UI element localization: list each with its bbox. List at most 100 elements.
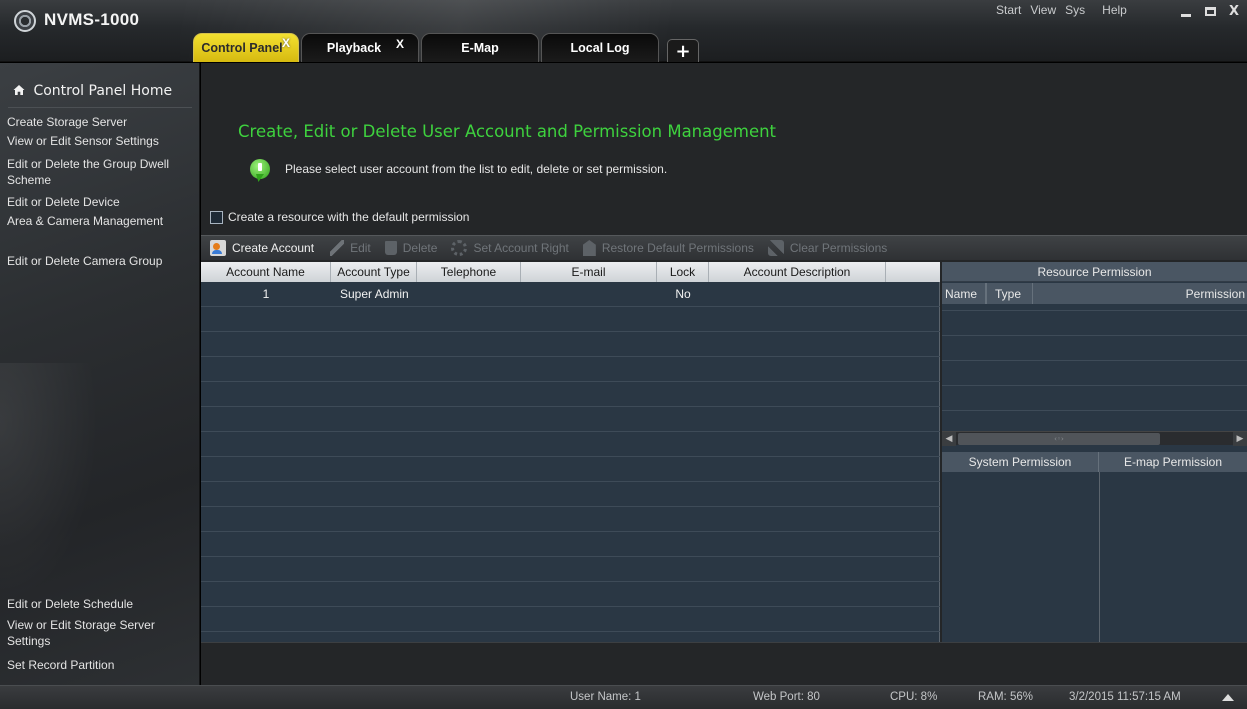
table-cell: [417, 607, 521, 631]
table-cell: [201, 557, 331, 581]
scroll-right-icon[interactable]: ▶: [1233, 432, 1247, 446]
table-row[interactable]: 1 Super Admin No: [201, 282, 940, 307]
table-cell: [201, 407, 331, 431]
tab-close-icon[interactable]: X: [396, 37, 404, 51]
resource-row-divider: [942, 410, 1247, 411]
table-row[interactable]: [201, 307, 940, 332]
tab-emap-permission[interactable]: E-map Permission: [1099, 452, 1247, 472]
menu-help[interactable]: Help: [1102, 3, 1127, 17]
menu-start[interactable]: Start: [996, 3, 1021, 17]
table-cell: [521, 482, 657, 506]
table-cell: [417, 507, 521, 531]
table-cell: [201, 507, 331, 531]
sidebar-item-edit-device[interactable]: Edit or Delete Device: [7, 194, 197, 210]
status-user-name: User Name: 1: [570, 691, 641, 703]
table-row[interactable]: [201, 382, 940, 407]
table-row[interactable]: [201, 607, 940, 632]
sidebar-item-storage-server-settings[interactable]: View or Edit Storage Server Settings: [7, 617, 187, 649]
table-cell: [521, 332, 657, 356]
table-cell: [331, 382, 417, 406]
table-row[interactable]: [201, 532, 940, 557]
sidebar-item-camera-group[interactable]: Edit or Delete Camera Group: [7, 253, 197, 269]
table-cell: [709, 282, 886, 306]
column-type[interactable]: Type: [986, 283, 1033, 304]
status-bar: User Name: 1 Web Port: 80 CPU: 8% RAM: 5…: [0, 685, 1247, 709]
table-cell: [521, 432, 657, 456]
horizontal-scrollbar[interactable]: ◀ ‹◦› ▶: [942, 431, 1247, 446]
table-row[interactable]: [201, 357, 940, 382]
column-permission[interactable]: Permission: [1033, 283, 1247, 304]
tab-system-permission[interactable]: System Permission: [942, 452, 1099, 472]
resource-row-divider: [942, 335, 1247, 336]
sidebar-item-area-camera-management[interactable]: Area & Camera Management: [7, 213, 197, 229]
table-row[interactable]: [201, 482, 940, 507]
page-title: Create, Edit or Delete User Account and …: [238, 122, 777, 141]
close-window-button[interactable]: X: [1222, 1, 1246, 21]
tab-close-icon[interactable]: X: [282, 36, 290, 50]
create-account-button[interactable]: Create Account: [210, 240, 314, 256]
default-permission-checkbox[interactable]: Create a resource with the default permi…: [210, 210, 469, 224]
control-panel-home-link[interactable]: Control Panel Home: [13, 83, 172, 100]
sidebar-item-create-storage-server[interactable]: Create Storage Server: [7, 114, 197, 130]
table-cell: [886, 307, 940, 331]
clear-permissions-button[interactable]: Clear Permissions: [767, 240, 888, 256]
table-row[interactable]: [201, 407, 940, 432]
table-cell: [657, 607, 709, 631]
tab-control-panel[interactable]: Control Panel X: [193, 33, 299, 62]
table-row[interactable]: [201, 557, 940, 582]
table-cell: [657, 557, 709, 581]
table-cell: [886, 407, 940, 431]
table-cell: [417, 557, 521, 581]
expand-up-icon[interactable]: [1222, 694, 1234, 701]
checkbox-box[interactable]: [210, 210, 223, 224]
tab-local-log[interactable]: Local Log: [541, 33, 659, 62]
sidebar-item-group-dwell-scheme[interactable]: Edit or Delete the Group Dwell Scheme: [7, 156, 177, 188]
set-account-right-label: Set Account Right: [473, 241, 569, 255]
column-account-type[interactable]: Account Type: [331, 262, 417, 282]
sidebar-item-schedule[interactable]: Edit or Delete Schedule: [7, 596, 197, 612]
main-panel: Create, Edit or Delete User Account and …: [201, 63, 1247, 685]
minimize-button[interactable]: [1174, 1, 1198, 21]
menu-view[interactable]: View: [1030, 3, 1056, 17]
tab-e-map[interactable]: E-Map: [421, 33, 539, 62]
table-cell: Super Admin: [340, 287, 409, 301]
resource-row-divider: [942, 385, 1247, 386]
table-cell: [331, 307, 417, 331]
app-title: NVMS-1000: [44, 10, 140, 29]
column-name[interactable]: Name: [942, 283, 986, 304]
table-row[interactable]: [201, 332, 940, 357]
column-lock[interactable]: Lock: [657, 262, 709, 282]
sidebar: Control Panel Home Create Storage Server…: [0, 63, 200, 685]
maximize-button[interactable]: [1198, 1, 1222, 21]
table-cell: [331, 332, 417, 356]
column-telephone[interactable]: Telephone: [417, 262, 521, 282]
table-row[interactable]: [201, 457, 940, 482]
restore-default-permissions-button[interactable]: Restore Default Permissions: [582, 240, 754, 256]
table-cell: [886, 282, 940, 306]
add-tab-button[interactable]: +: [667, 39, 699, 62]
table-cell: [201, 382, 331, 406]
sidebar-item-sensor-settings[interactable]: View or Edit Sensor Settings: [7, 133, 197, 149]
table-cell: [886, 382, 940, 406]
menu-sys[interactable]: Sys: [1065, 3, 1085, 17]
scroll-left-icon[interactable]: ◀: [942, 432, 956, 446]
table-cell: [201, 457, 331, 481]
clear-permissions-label: Clear Permissions: [789, 241, 888, 255]
table-cell: [886, 432, 940, 456]
scrollbar-thumb[interactable]: ‹◦›: [958, 433, 1160, 445]
set-account-right-button[interactable]: Set Account Right: [451, 240, 569, 256]
table-row[interactable]: [201, 507, 940, 532]
column-account-description[interactable]: Account Description: [709, 262, 886, 282]
column-email[interactable]: E-mail: [521, 262, 657, 282]
tab-playback[interactable]: Playback X: [301, 33, 419, 62]
table-cell: [657, 332, 709, 356]
edit-button[interactable]: Edit: [330, 240, 371, 256]
table-cell: [886, 607, 940, 631]
sidebar-item-record-partition[interactable]: Set Record Partition: [7, 657, 197, 673]
delete-button[interactable]: Delete: [384, 241, 438, 255]
table-cell: [521, 582, 657, 606]
column-account-name[interactable]: Account Name: [201, 262, 331, 282]
table-row[interactable]: [201, 582, 940, 607]
delete-label: Delete: [402, 241, 438, 255]
table-row[interactable]: [201, 432, 940, 457]
